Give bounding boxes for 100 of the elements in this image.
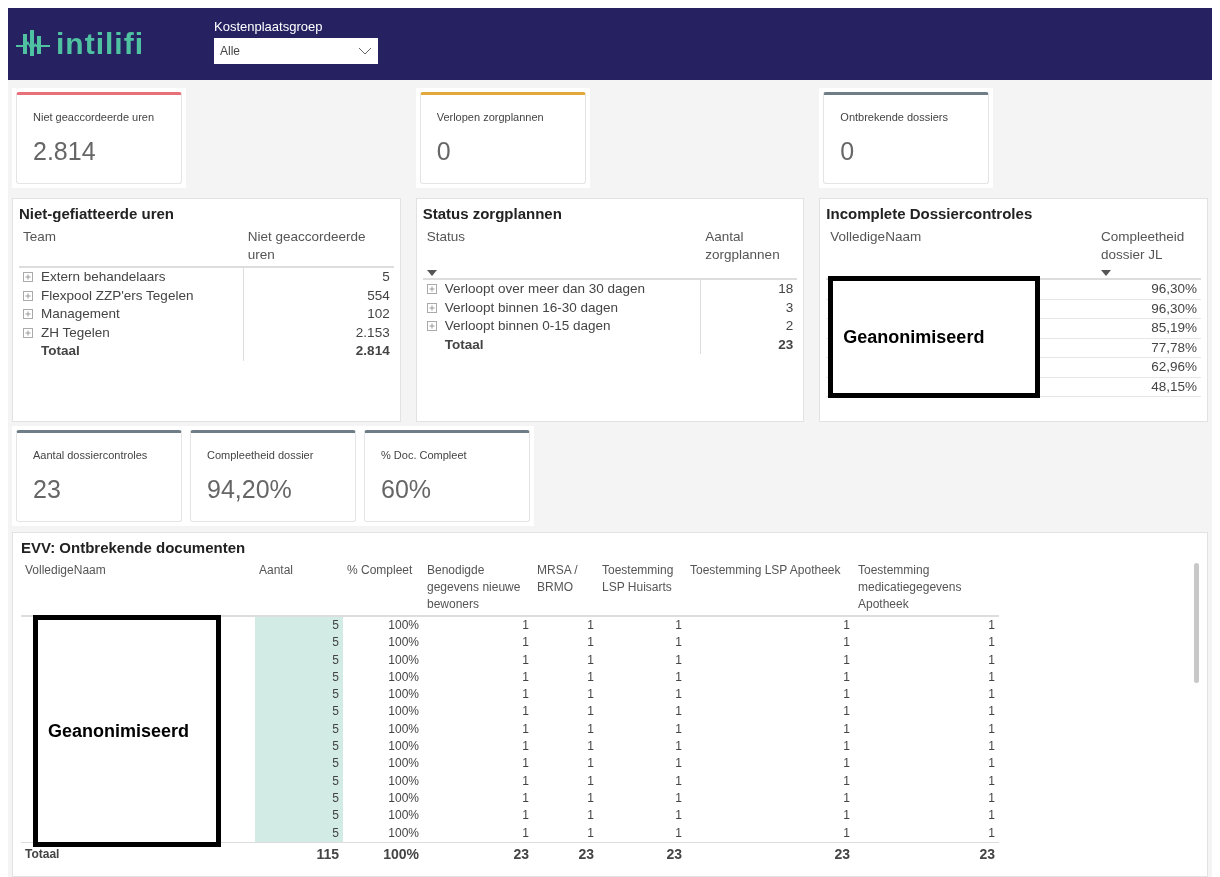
table-cell: 1 [522,703,529,721]
table-cell: 1 [988,772,995,790]
table-cell: 1 [843,772,850,790]
column-header[interactable]: Aantal zorgplannen [705,228,794,264]
table-cell: 48,15% [1151,377,1197,396]
column-header[interactable]: Benodigde gegevens nieuwe bewoners [427,562,529,613]
kpi-value: 60% [381,475,433,504]
table-cell: 1 [522,807,529,825]
table-cell: 1 [988,686,995,704]
table-cell-text: 1 [988,720,995,738]
table-cell: 77,78% [1151,338,1197,357]
table-cell: 1 [843,703,850,721]
panel-title: Niet-gefiatteerde uren [19,205,176,222]
kpi-title: Compleetheid dossier [207,449,315,461]
table-cell: 1 [587,651,594,669]
table-cell: 100% [388,703,419,721]
table-cell: 100% [388,772,419,790]
column-header[interactable]: Aantal [259,562,339,579]
table-cell: 1 [675,755,682,773]
table-cell: 1 [988,651,995,669]
table-cell: 1 [843,651,850,669]
column-header[interactable]: Status [426,228,698,246]
column-header[interactable]: Toestemming LSP Huisarts [602,562,682,596]
table-cell: ZH Tegelen [41,323,110,342]
kpi-value: 94,20% [207,475,293,504]
total-value: 2.814 [355,342,390,360]
total-value: 23 [778,335,794,354]
table-cell: 1 [522,755,529,773]
table-cell: Verloopt binnen 16-30 dagen [444,298,619,317]
kpi-title: Aantal dossiercontroles [33,449,149,461]
table-cell: 1 [675,651,682,669]
table-cell: 1 [675,634,682,652]
column-header[interactable]: Team [23,228,240,246]
column-header[interactable]: Toestemming LSP Apotheek [690,562,850,579]
column-header[interactable]: MRSA / BRMO [537,562,594,596]
table-cell: 5 [332,824,339,842]
expand-icon[interactable] [426,321,437,332]
expand-icon[interactable] [426,302,437,313]
table-cell: 1 [522,772,529,790]
table-cell-text: 5 [332,789,339,807]
sort-icon[interactable] [1101,270,1111,276]
table-cell: 1 [675,738,682,756]
sort-icon[interactable] [426,270,437,276]
table-cell: 96,30% [1151,299,1197,318]
column-header[interactable]: VolledigeNaam [830,228,1093,246]
table-cell: 1 [587,703,594,721]
expand-icon[interactable] [426,284,437,295]
table-cell-text: 85,19% [1151,319,1197,337]
table-cell: 1 [675,824,682,842]
table-cell-text: 2 [785,317,794,335]
table-cell-text: 5 [332,720,339,738]
total-label: Totaal [25,845,60,863]
column-header[interactable]: VolledigeNaam [25,562,251,579]
expand-icon[interactable] [23,272,33,283]
kpi-value: 0 [840,137,856,166]
total-value: 115 [316,844,339,864]
table-cell-text: 1 [843,617,850,634]
table-cell: 1 [587,634,594,652]
table-cell-text: Verloopt binnen 0-15 dagen [444,317,611,335]
column-header[interactable]: Toestemming medicatiegegevens Apotheek [858,562,995,613]
total-value: 100% [383,844,419,864]
table-cell-text: 1 [843,789,850,807]
kpi-title: % Doc. Compleet [381,449,468,461]
table-cell: 5 [332,703,339,721]
column-header[interactable]: Niet geaccordeerde uren [247,228,390,264]
table-cell-text: 5 [382,268,390,286]
table-cell-text: 100% [388,617,419,634]
expand-icon[interactable] [23,309,33,320]
column-header[interactable]: Compleetheid dossier JL [1101,228,1197,264]
table-cell: 554 [367,286,390,305]
table-cell: 100% [388,807,419,825]
kpi-value: 0 [436,137,452,166]
table-cell-text: 1 [675,789,682,807]
table-cell-text: 1 [522,617,529,634]
table-cell: 1 [843,686,850,704]
table-cell-text: 18 [778,280,794,298]
expand-icon[interactable] [23,290,33,301]
filter-dropdown[interactable]: Alle [214,37,378,64]
table-cell: 1 [587,824,594,842]
total-label: Totaal [40,342,80,360]
table-cell-text: 1 [587,617,594,634]
table-cell: 1 [843,738,850,756]
total-label: Totaal [443,335,484,354]
table-cell-text: 100% [388,720,419,738]
column-header[interactable]: % Compleet [347,562,419,579]
table-cell: 2.153 [355,323,390,342]
expand-icon[interactable] [23,327,33,338]
table-cell: 5 [332,634,339,652]
table-cell: 3 [785,298,794,317]
table-cell: 1 [675,772,682,790]
table-cell-text: 1 [675,668,682,686]
table-cell: 100% [388,634,419,652]
table-cell: 5 [332,772,339,790]
logo-icon [16,30,50,58]
table-cell-text: 96,30% [1151,280,1197,298]
table-cell-text: 1 [587,720,594,738]
scrollbar[interactable] [1194,563,1199,683]
table-cell: 1 [675,686,682,704]
table-cell-text: 1 [675,720,682,738]
table-cell: 100% [388,738,419,756]
